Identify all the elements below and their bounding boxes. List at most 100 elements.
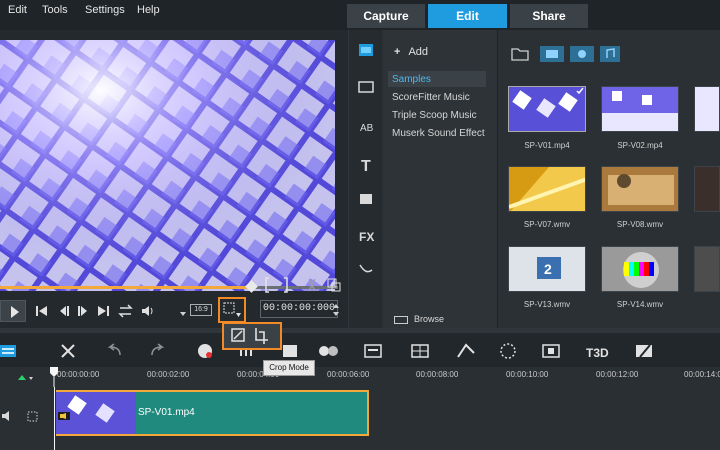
thumbnail-sp-v13[interactable]: 2: [508, 246, 586, 292]
library-sidebar: AB T FX: [349, 30, 382, 328]
svg-text:AB: AB: [360, 123, 374, 134]
timeline-ruler[interactable]: 00:00:00:00 00:00:02:00 00:00:04:00 00:0…: [0, 367, 720, 387]
used-checkmark-icon: [576, 87, 584, 95]
library-folder-muserk[interactable]: Muserk Sound Effect: [392, 128, 485, 139]
thumbnail-partial[interactable]: [694, 246, 720, 292]
redo-icon[interactable]: [151, 343, 165, 356]
preview-tool-icons: [265, 277, 341, 293]
multi-trim-icon[interactable]: [411, 344, 429, 358]
show-audio-button[interactable]: [600, 46, 620, 62]
menu-item-tools[interactable]: Tools: [42, 4, 68, 16]
thumbnail-image: [509, 167, 585, 211]
thumbnail-label: SP-V08.wmv: [616, 220, 664, 229]
instant-project-icon[interactable]: [358, 81, 374, 93]
preview-image: [0, 40, 335, 291]
svg-text:FX: FX: [359, 230, 374, 244]
show-photo-button[interactable]: [570, 46, 594, 62]
scale-mode-icon[interactable]: [231, 328, 245, 342]
pan-zoom-icon[interactable]: [542, 344, 560, 358]
previous-frame-icon[interactable]: [60, 306, 69, 316]
timecode-display[interactable]: 00:00:00:000: [260, 300, 338, 318]
add-track-icon[interactable]: [14, 373, 36, 383]
aspect-ratio-badge[interactable]: 16:9: [190, 304, 212, 316]
menu-item-settings[interactable]: Settings: [85, 4, 125, 16]
svg-text:T3D: T3D: [586, 346, 609, 360]
transport-controls: [36, 304, 153, 318]
play-icon: [11, 306, 19, 318]
media-icon[interactable]: [359, 44, 373, 56]
next-frame-icon[interactable]: [78, 306, 87, 316]
browse-button[interactable]: Browse: [394, 314, 444, 324]
thumbnail-label: SP-V14.wmv: [616, 300, 664, 309]
thumbnail-partial[interactable]: [694, 86, 720, 132]
timeline-clip[interactable]: [56, 390, 369, 436]
thumbnail-image: [695, 167, 719, 211]
thumbnail-sp-v02[interactable]: [601, 86, 679, 132]
ruler-label: 00:00:00:00: [57, 370, 100, 379]
crop-dropdown-icon: [223, 302, 241, 317]
ruler-label: 00:00:02:00: [147, 370, 190, 379]
dropdown-arrow-icon[interactable]: [178, 309, 188, 319]
timeline-view-icon[interactable]: [0, 345, 16, 357]
play-button[interactable]: [0, 300, 26, 322]
timeline-toolbar: T3D: [0, 333, 720, 367]
thumbnail-sp-v07[interactable]: [508, 166, 586, 212]
library-folder-scorefitter[interactable]: ScoreFitter Music: [392, 92, 470, 103]
track-audio-icon[interactable]: [2, 411, 9, 421]
tools-icon[interactable]: [61, 344, 75, 358]
timecode-stepper-icon[interactable]: [331, 301, 341, 319]
thumbnail-partial[interactable]: [694, 166, 720, 212]
thumbnail-label: SP-V13.wmv: [523, 300, 571, 309]
record-capture-icon[interactable]: [198, 344, 212, 358]
subtitle-editor-icon[interactable]: [364, 344, 382, 358]
track-ripple-icon[interactable]: [27, 411, 38, 422]
library-folder-samples[interactable]: Samples: [392, 74, 431, 85]
mark-in-icon[interactable]: [265, 277, 269, 293]
mark-out-icon[interactable]: [284, 277, 288, 293]
library-category-icons: AB T FX: [358, 44, 374, 273]
clip-thumbnail: [56, 392, 136, 434]
enlarge-preview-icon[interactable]: [327, 278, 341, 292]
undo-icon[interactable]: [107, 343, 121, 356]
split-clip-icon[interactable]: [308, 278, 316, 292]
add-folder-button[interactable]: + Add: [394, 46, 428, 58]
path-icon[interactable]: [359, 264, 373, 273]
crop-mode-icon[interactable]: [255, 328, 268, 344]
thumbnail-sp-v14[interactable]: [601, 246, 679, 292]
repeat-icon[interactable]: [118, 304, 133, 318]
menu-item-help[interactable]: Help: [137, 4, 160, 16]
crop-mode-tooltip: Crop Mode: [263, 360, 315, 376]
thumbnail-sp-v08[interactable]: [601, 166, 679, 212]
time-remapping-icon[interactable]: [457, 343, 475, 358]
title-template-icon[interactable]: AB: [360, 123, 374, 134]
ruler-label: 00:00:06:00: [327, 370, 370, 379]
motion-tracking-icon[interactable]: [283, 345, 297, 357]
tab-edit[interactable]: Edit: [428, 4, 507, 28]
mask-creator-icon[interactable]: [500, 343, 516, 359]
thumbnail-image: [602, 87, 678, 131]
split-screen-icon[interactable]: [636, 344, 652, 358]
menu-item-edit[interactable]: Edit: [8, 4, 27, 16]
svg-text:2: 2: [544, 261, 552, 277]
multicam-icon[interactable]: [319, 346, 338, 356]
title-icon[interactable]: T: [361, 158, 371, 175]
browse-label: Browse: [414, 314, 445, 324]
plus-icon: +: [394, 46, 401, 58]
show-video-button[interactable]: [540, 46, 564, 62]
fx-icon[interactable]: FX: [359, 230, 374, 244]
graphics-icon[interactable]: [360, 194, 372, 204]
thumbnail-label: SP-V01.mp4: [524, 141, 570, 150]
preview-frame: [0, 40, 335, 291]
tab-share[interactable]: Share: [510, 4, 588, 28]
ruler-label: 00:00:10:00: [506, 370, 549, 379]
ruler-label: 00:00:12:00: [596, 370, 639, 379]
crop-mode-dropdown[interactable]: [218, 297, 246, 323]
scrub-bar-played[interactable]: [0, 286, 254, 289]
import-folder-icon[interactable]: [511, 48, 529, 61]
home-icon[interactable]: [36, 306, 47, 316]
end-icon[interactable]: [98, 306, 109, 316]
tab-capture[interactable]: Capture: [347, 4, 425, 28]
volume-icon[interactable]: [142, 306, 153, 316]
3d-title-icon[interactable]: T3D: [586, 346, 609, 360]
library-folder-triple-scoop[interactable]: Triple Scoop Music: [392, 110, 477, 121]
